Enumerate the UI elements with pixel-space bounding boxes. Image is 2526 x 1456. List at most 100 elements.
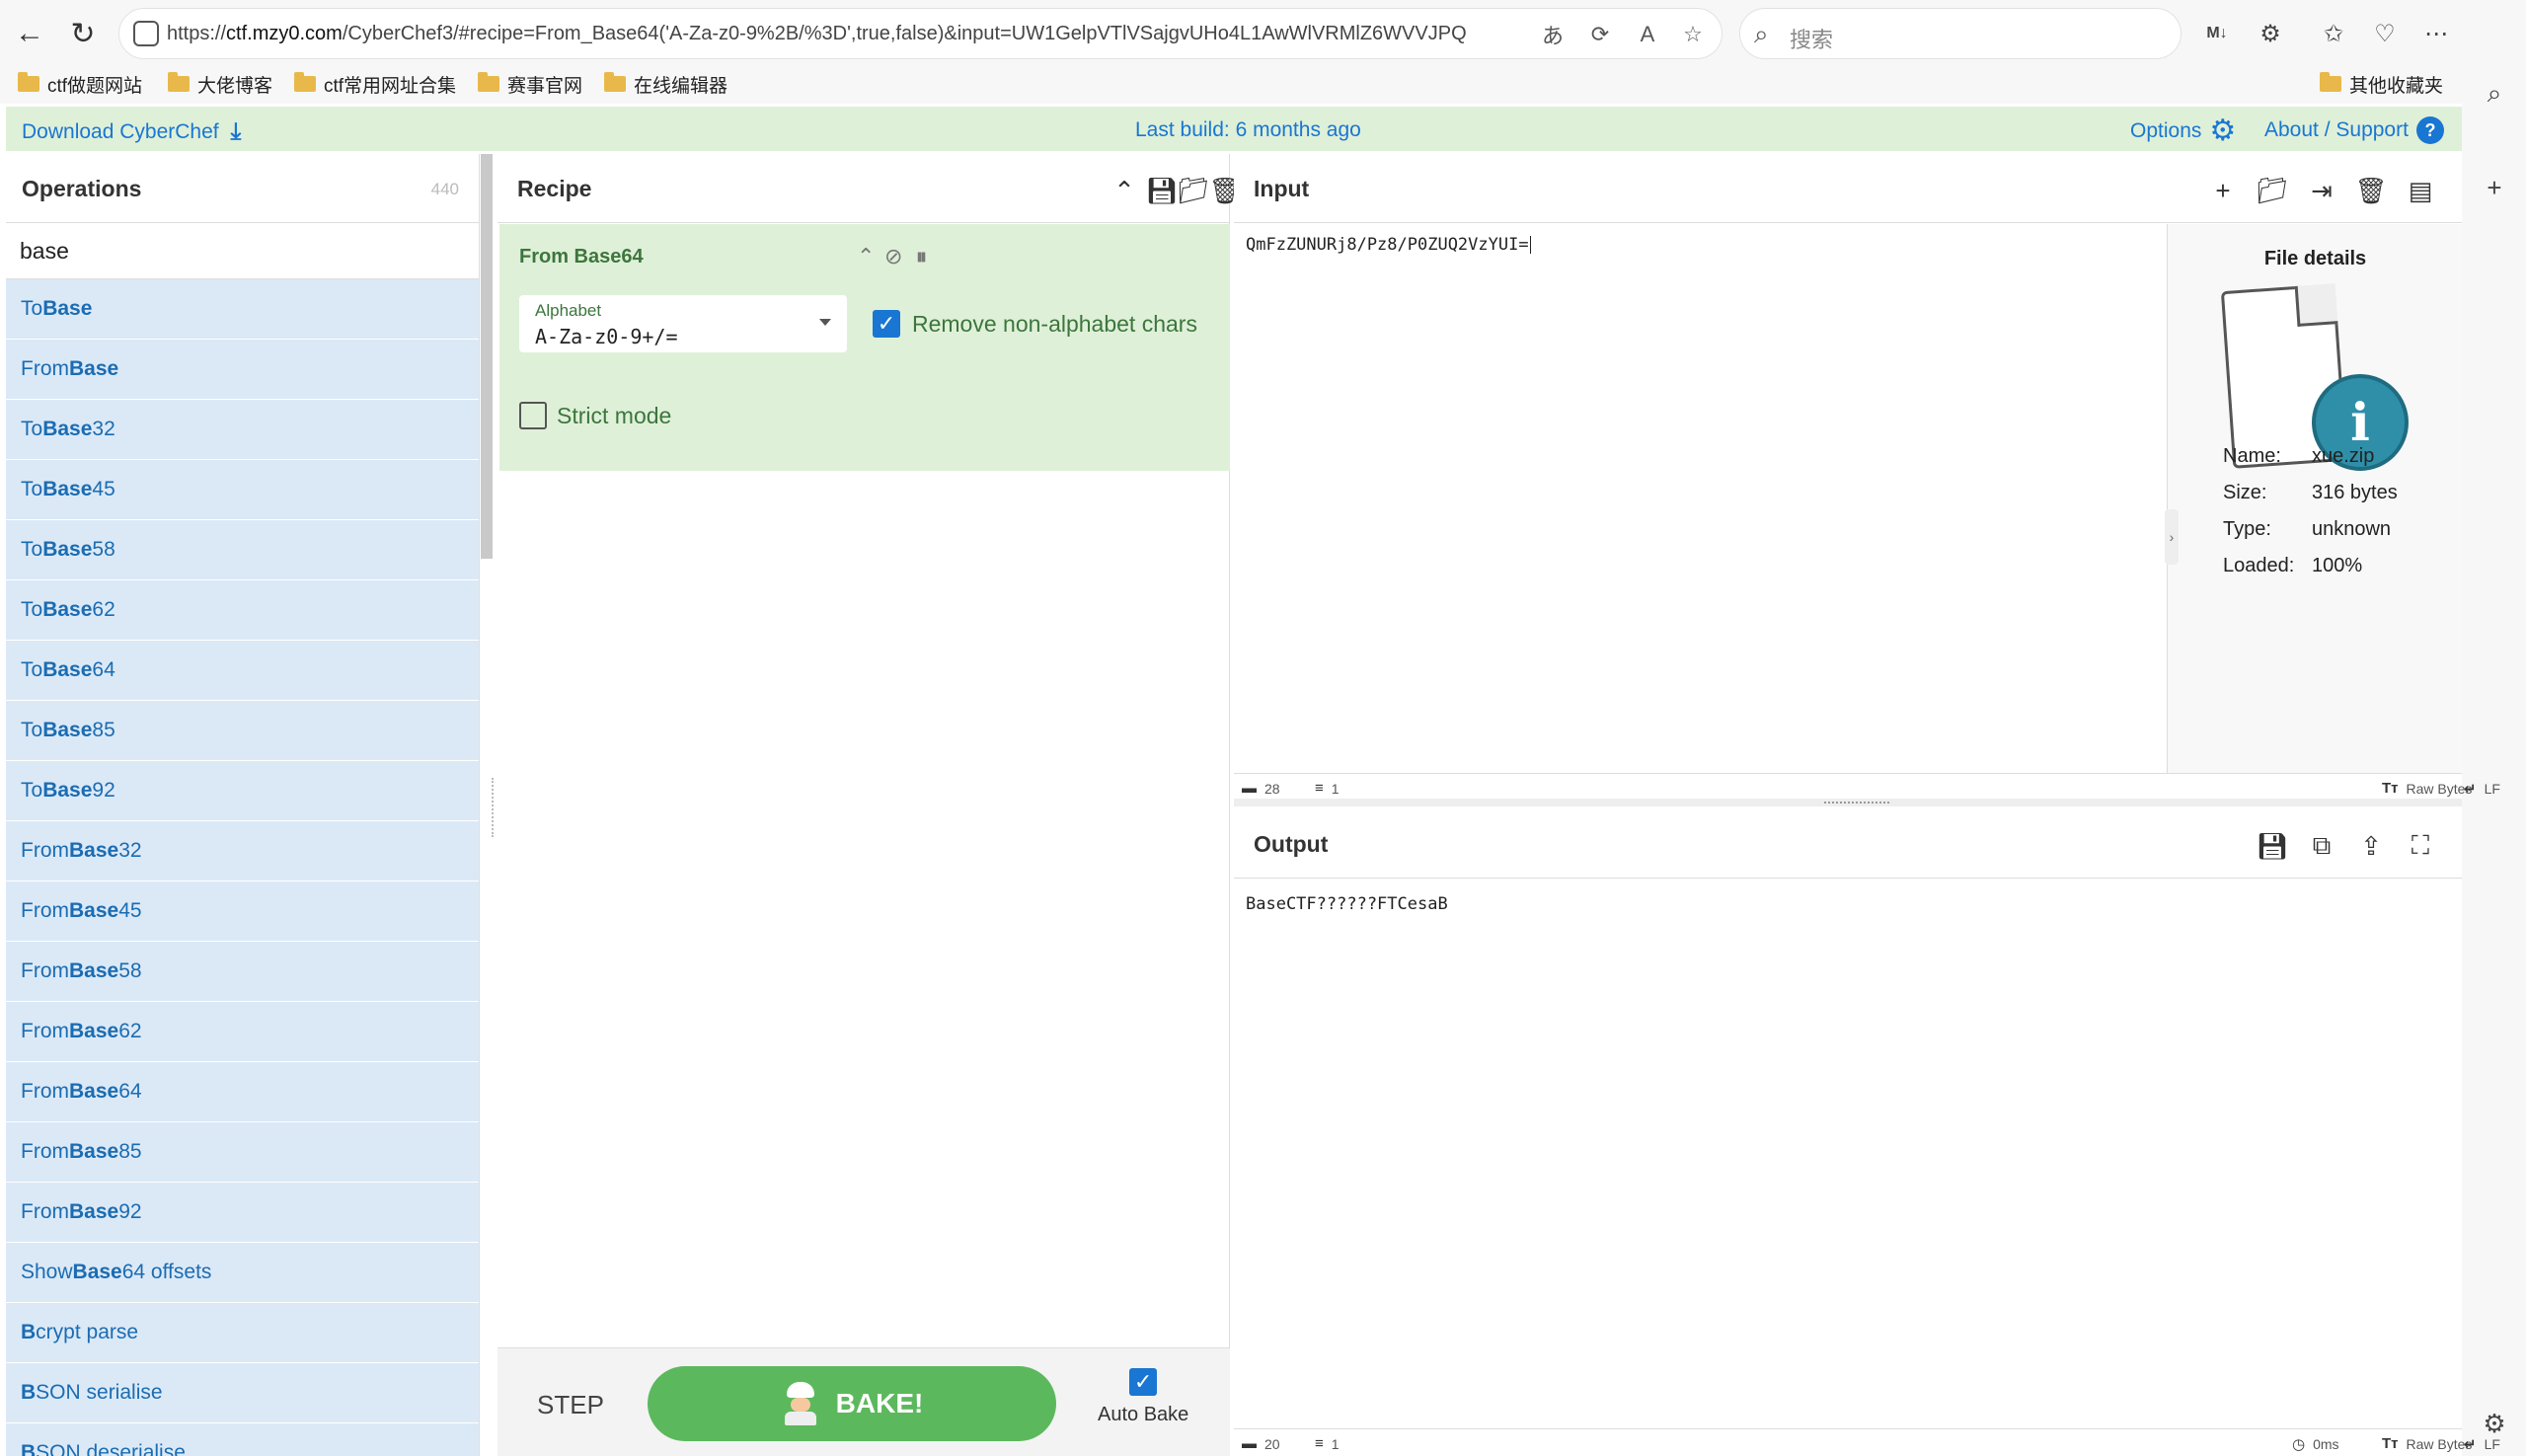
operations-count: 440: [430, 180, 459, 198]
bookmark-item[interactable]: 大佬博客: [168, 70, 272, 98]
extensions-icon[interactable]: ⚙: [2251, 14, 2290, 53]
operation-item[interactable]: From Base 45: [6, 881, 479, 942]
operation-item-text: Base: [42, 658, 93, 681]
operation-item[interactable]: To Base 62: [6, 580, 479, 641]
collapse-file-details-chevron-icon[interactable]: ›: [2165, 509, 2179, 565]
collapse-operation-icon[interactable]: ⌃: [857, 244, 875, 269]
recipe-splitter[interactable]: [492, 778, 496, 837]
reset-layout-icon[interactable]: ▤: [2404, 174, 2437, 207]
site-info-icon[interactable]: [133, 21, 159, 46]
operation-item[interactable]: B SON serialise: [6, 1363, 479, 1423]
about-support-button[interactable]: About / Support?: [2264, 116, 2444, 144]
operation-item-text: To: [21, 297, 43, 320]
bookmark-item[interactable]: 赛事官网: [478, 70, 582, 98]
options-button[interactable]: Options ⚙: [2130, 116, 2236, 146]
operation-item[interactable]: To Base 85: [6, 701, 479, 761]
operation-item[interactable]: From Base 92: [6, 1183, 479, 1243]
step-button[interactable]: STEP: [537, 1390, 604, 1420]
operation-item[interactable]: From Base 85: [6, 1122, 479, 1183]
sidebar-settings-icon[interactable]: ⚙: [2480, 1409, 2509, 1438]
output-eol[interactable]: ↵ LF: [2464, 1435, 2500, 1453]
output-textarea[interactable]: BaseCTF??????FTCesaB: [1246, 894, 1448, 914]
operation-item-text: Base: [69, 839, 119, 862]
breakpoint-pause-icon[interactable]: ⏸︎: [916, 244, 927, 269]
operation-item-text: 45: [92, 478, 115, 500]
other-bookmarks[interactable]: 其他收藏夹: [2320, 70, 2443, 98]
operation-item[interactable]: To Base 92: [6, 761, 479, 821]
download-cyberchef-link[interactable]: Download CyberChef ⤓: [22, 118, 241, 146]
browser-search-box[interactable]: ⌕ 搜索: [1739, 8, 2182, 59]
operation-item[interactable]: To Base: [6, 279, 479, 340]
help-icon: ?: [2415, 116, 2444, 144]
operation-item[interactable]: From Base 58: [6, 942, 479, 1002]
input-encoding[interactable]: Tт Raw Bytes: [2382, 780, 2472, 797]
favorite-star-icon[interactable]: ☆: [1677, 21, 1709, 48]
operations-search-input[interactable]: base: [6, 223, 479, 279]
chars-icon: ▬: [1242, 1435, 1257, 1452]
maximise-output-icon[interactable]: ⛶: [2404, 829, 2437, 863]
reload-icon[interactable]: ↻: [61, 12, 105, 55]
collapse-all-icon[interactable]: ⌃: [1108, 174, 1141, 207]
operation-item[interactable]: From Base 64: [6, 1062, 479, 1122]
clear-input-trash-icon[interactable]: 🗑︎: [2354, 174, 2388, 207]
disable-operation-icon[interactable]: ⊘: [884, 244, 902, 269]
url-text[interactable]: https://ctf.mzy0.com/CyberChef3/#recipe=…: [167, 23, 1467, 45]
markdown-extension-icon[interactable]: M↓: [2197, 14, 2237, 53]
browser-essentials-icon[interactable]: ♡: [2365, 14, 2405, 53]
operation-item[interactable]: B SON deserialise: [6, 1423, 479, 1456]
operation-item-text: Base: [42, 418, 93, 440]
bookmark-label: ctf常用网址合集: [324, 75, 457, 97]
translate-icon[interactable]: あ: [1537, 21, 1569, 48]
sidebar-add-icon[interactable]: +: [2480, 173, 2509, 202]
output-line-count: ≡ 1: [1315, 1435, 1340, 1452]
more-menu-icon[interactable]: ⋯: [2416, 14, 2456, 53]
operation-item[interactable]: From Base 32: [6, 821, 479, 881]
sidebar-search-icon[interactable]: ⌕: [2480, 78, 2509, 108]
output-encoding[interactable]: Tт Raw Bytes: [2382, 1435, 2472, 1452]
operation-item-text: Base: [69, 1080, 119, 1103]
operations-scrollbar[interactable]: [481, 154, 493, 559]
back-arrow-icon[interactable]: ←: [8, 12, 51, 55]
operation-item[interactable]: Bcrypt parse: [6, 1303, 479, 1363]
read-aloud-icon[interactable]: A: [1632, 21, 1663, 48]
favorites-icon[interactable]: ✩: [2314, 14, 2353, 53]
operation-item[interactable]: To Base 58: [6, 520, 479, 580]
operation-item-text: From: [21, 899, 69, 922]
bake-button[interactable]: BAKE!: [648, 1366, 1056, 1441]
save-output-icon[interactable]: 💾︎: [2256, 829, 2289, 863]
replace-input-with-output-icon[interactable]: ⇪: [2354, 829, 2388, 863]
strict-mode-label: Strict mode: [557, 403, 672, 428]
input-textarea[interactable]: QmFzZUNURj8/Pz8/P0ZUQ2VzYUI=: [1246, 235, 1531, 255]
file-detail-key: Type:: [2223, 518, 2271, 540]
auto-bake-checkbox[interactable]: ✓: [1129, 1368, 1158, 1396]
add-input-tab-icon[interactable]: +: [2206, 174, 2240, 207]
operation-item[interactable]: Show Base 64 offsets: [6, 1243, 479, 1303]
auto-bake-toggle[interactable]: ✓ Auto Bake: [1098, 1368, 1188, 1426]
bookmark-item[interactable]: ctf做题网站: [18, 70, 142, 98]
output-header: Output 💾︎ ⧉ ⇪ ⛶: [1234, 809, 2462, 879]
alphabet-select[interactable]: Alphabet A-Za-z0-9+/=: [519, 295, 847, 352]
save-recipe-icon[interactable]: 💾︎: [1145, 174, 1179, 207]
open-file-icon[interactable]: ⇥: [2305, 174, 2338, 207]
remove-non-alphabet-checkbox[interactable]: ✓: [873, 310, 900, 338]
bookmark-label: 其他收藏夹: [2349, 75, 2444, 97]
recipe-operation-from-base64[interactable]: From Base64 ⌃ ⊘ ⏸︎ Alphabet A-Za-z0-9+/=…: [499, 224, 1230, 471]
file-detail-row: Size: 316 bytes: [2223, 482, 2398, 504]
address-bar[interactable]: https://ctf.mzy0.com/CyberChef3/#recipe=…: [118, 8, 1722, 59]
bookmark-item[interactable]: 在线编辑器: [604, 70, 727, 98]
open-folder-icon[interactable]: 📁︎: [2256, 174, 2289, 207]
strict-mode-checkbox[interactable]: [519, 402, 547, 429]
refresh-page-icon[interactable]: ⟳: [1584, 21, 1616, 48]
operation-item[interactable]: To Base 64: [6, 641, 479, 701]
operation-item[interactable]: To Base 32: [6, 400, 479, 460]
copy-output-icon[interactable]: ⧉: [2305, 829, 2338, 863]
io-splitter[interactable]: [1234, 799, 2462, 806]
folder-icon: [478, 72, 499, 92]
operation-item[interactable]: From Base: [6, 340, 479, 400]
operation-item[interactable]: From Base 62: [6, 1002, 479, 1062]
input-eol[interactable]: ↵ LF: [2464, 780, 2500, 798]
load-recipe-folder-icon[interactable]: 📁︎: [1177, 174, 1210, 207]
operation-item-text: 58: [118, 959, 142, 982]
operation-item[interactable]: To Base 45: [6, 460, 479, 520]
bookmark-item[interactable]: ctf常用网址合集: [294, 70, 456, 98]
